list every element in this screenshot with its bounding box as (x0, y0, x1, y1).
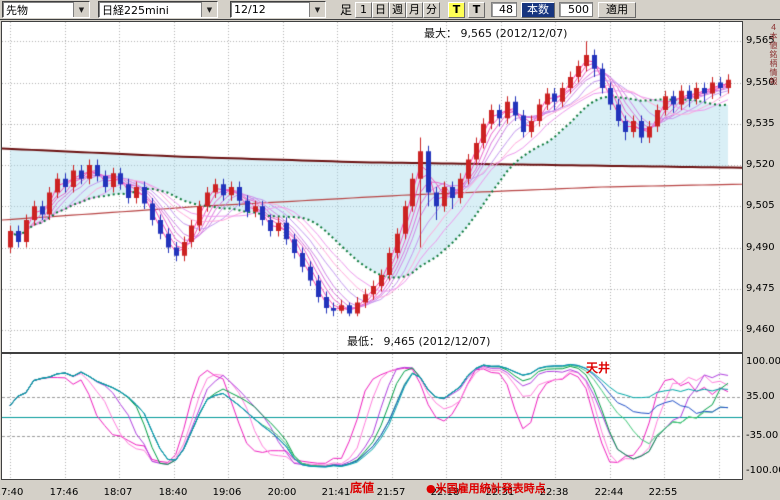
price-axis-label: 9,475 (746, 283, 775, 294)
time-axis-label: 21:57 (374, 487, 408, 498)
time-axis-label: 18:07 (101, 487, 135, 498)
time-axis-label: 22:55 (646, 487, 680, 498)
period-button-day[interactable]: 日 (372, 2, 389, 18)
chart-application-window: 先物 ▼ 日経225mini ▼ 12/12 ▼ 足 1 日 週 月 分 T T… (0, 0, 780, 500)
chevron-down-icon[interactable]: ▼ (309, 2, 325, 17)
oscillator-axis-label: -35.00 (746, 430, 778, 441)
event-annotation: ●米国雇用統計発表時点 (426, 480, 546, 496)
apply-button[interactable]: 適用 (598, 2, 636, 18)
period-button-minute[interactable]: 分 (423, 2, 440, 18)
time-axis-label: 20:00 (265, 487, 299, 498)
price-axis-label: 9,460 (746, 324, 775, 335)
min-price-label: 最低： 9,465 (2012/12/07) (347, 333, 490, 349)
price-axis-label: 9,490 (746, 242, 775, 253)
bar-type-label: 足 (340, 1, 352, 18)
time-axis-label: 18:40 (156, 487, 190, 498)
price-axis-label: 9,505 (746, 200, 775, 211)
instrument-type-value: 先物 (6, 2, 28, 18)
tick-button-active[interactable]: T (448, 2, 465, 18)
contract-month-select[interactable]: 12/12 ▼ (230, 1, 326, 18)
period-button-month[interactable]: 月 (406, 2, 423, 18)
time-axis-label: 17:40 (0, 487, 26, 498)
price-axis-label: 9,535 (746, 118, 775, 129)
oscillator-axis-label: -100.00 (746, 465, 780, 476)
bottom-annotation: 底値 (350, 479, 374, 496)
tick-interval-input[interactable]: 48 (491, 2, 517, 17)
time-axis-label: 17:46 (47, 487, 81, 498)
main-price-chart[interactable] (1, 21, 743, 353)
period-button-1[interactable]: 1 (355, 2, 372, 18)
oscillator-axis-label: 35.00 (746, 391, 775, 402)
oscillator-panel[interactable] (1, 353, 743, 480)
price-axis-label: 9,520 (746, 159, 775, 170)
instrument-name-select[interactable]: 日経225mini ▼ (98, 1, 218, 18)
side-vertical-title: ４本値銘柄情報 (768, 23, 779, 86)
toolbar: 先物 ▼ 日経225mini ▼ 12/12 ▼ 足 1 日 週 月 分 T T… (0, 0, 780, 20)
chevron-down-icon[interactable]: ▼ (201, 2, 217, 17)
time-axis-label: 21:41 (319, 487, 353, 498)
time-axis-label: 19:06 (210, 487, 244, 498)
bars-count-button[interactable]: 本数 (521, 2, 555, 18)
ceiling-annotation: 天井 (586, 359, 610, 376)
tick-button[interactable]: T (468, 2, 485, 18)
period-button-week[interactable]: 週 (389, 2, 406, 18)
instrument-type-select[interactable]: 先物 ▼ (2, 1, 90, 18)
time-axis-label: 22:44 (592, 487, 626, 498)
instrument-name-value: 日経225mini (102, 2, 169, 18)
time-axis: 17:40 17:46 18:07 18:40 19:06 20:00 21:41 21:57… (0, 481, 780, 500)
bars-count-input[interactable]: 500 (559, 2, 593, 17)
max-price-label: 最大： 9,565 (2012/12/07) (424, 25, 567, 41)
chevron-down-icon[interactable]: ▼ (73, 2, 89, 17)
oscillator-axis-label: 100.00 (746, 356, 780, 367)
contract-month-value: 12/12 (234, 3, 266, 16)
